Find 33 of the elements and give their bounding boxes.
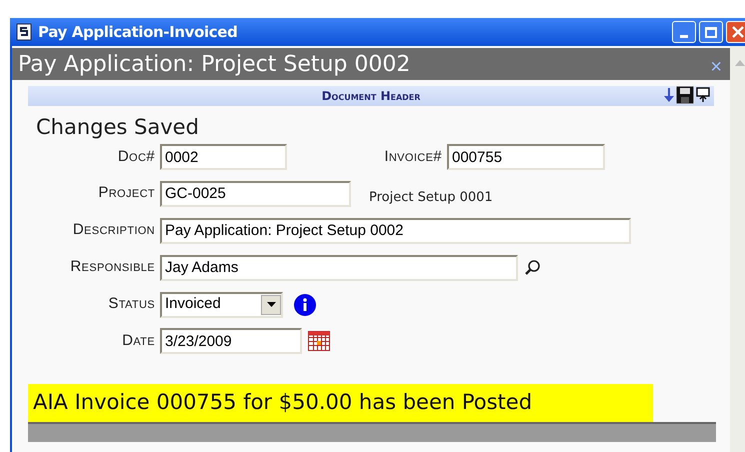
close-icon — [732, 26, 744, 38]
project-name: Project Setup 0001 — [369, 188, 493, 207]
posted-banner: AIA Invoice 000755 for $50.00 has been Posted — [28, 384, 653, 422]
window-title: Pay Application-Invoiced — [38, 22, 238, 43]
save-icon[interactable] — [676, 86, 694, 104]
text-field[interactable]: 000755 — [447, 144, 605, 170]
section-title: Document Header — [320, 88, 422, 105]
scroll-bar[interactable] — [730, 46, 745, 452]
status-message: Changes Saved — [36, 114, 200, 140]
field-label: Date — [121, 330, 156, 351]
panel-title: Pay Application: Project Setup 0002 — [18, 50, 410, 78]
text-field[interactable]: 0002 — [160, 144, 287, 170]
field-label: Invoice# — [383, 146, 443, 167]
close-button[interactable] — [726, 21, 745, 43]
field-label: Responsible — [69, 257, 156, 278]
text-field[interactable]: GC-0025 — [160, 180, 351, 206]
maximize-button[interactable] — [699, 21, 723, 43]
date-field[interactable]: 3/23/2009 — [160, 328, 302, 354]
info-icon[interactable] — [294, 294, 316, 316]
app-icon — [16, 23, 32, 41]
field-label: Project — [97, 183, 156, 204]
text-field[interactable]: Jay Adams — [160, 254, 518, 280]
caret-icon — [266, 302, 276, 307]
minimize-button[interactable] — [672, 21, 696, 43]
text-field[interactable]: Pay Application: Project Setup 0002 — [160, 218, 631, 244]
field-label: Status — [107, 294, 156, 314]
field-label: Doc# — [116, 146, 156, 167]
arrow-down-icon[interactable] — [664, 88, 674, 102]
monitor-icon[interactable] — [696, 87, 710, 103]
field-label: Description — [72, 220, 156, 240]
calendar-icon[interactable] — [308, 331, 330, 351]
search-icon[interactable] — [524, 258, 542, 276]
status-dropdown[interactable]: Invoiced — [160, 292, 283, 318]
